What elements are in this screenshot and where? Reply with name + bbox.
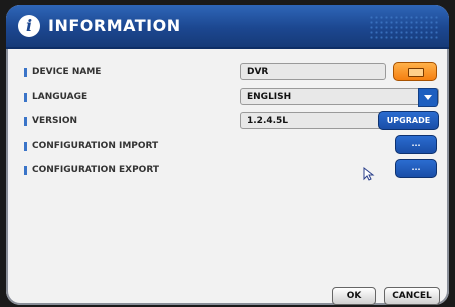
configuration-import-button[interactable]: ... — [395, 135, 437, 154]
ok-button[interactable]: OK — [332, 287, 376, 305]
title-bar-pattern — [369, 15, 439, 39]
configuration-import-label: CONFIGURATION IMPORT — [23, 141, 159, 151]
version-field: 1.2.4.5L — [240, 112, 386, 129]
information-dialog: i INFORMATION DEVICE NAME DVR LANGUAGE E… — [6, 5, 449, 305]
configuration-export-label: CONFIGURATION EXPORT — [24, 165, 159, 175]
title-bar: i INFORMATION — [6, 5, 449, 49]
keyboard-icon — [408, 68, 424, 77]
language-label: LANGUAGE — [23, 92, 88, 102]
device-name-label: DEVICE NAME — [23, 67, 102, 77]
language-dropdown[interactable]: ENGLISH — [240, 88, 439, 107]
configuration-export-button[interactable]: ... — [395, 159, 437, 178]
info-icon: i — [18, 15, 40, 37]
version-label: VERSION — [23, 116, 78, 126]
mouse-cursor-icon — [363, 167, 375, 181]
dialog-title: INFORMATION — [48, 16, 181, 35]
language-value: ENGLISH — [247, 92, 292, 102]
device-name-field[interactable]: DVR — [240, 63, 386, 80]
cancel-button[interactable]: CANCEL — [384, 287, 440, 305]
chevron-down-icon[interactable] — [418, 88, 438, 107]
upgrade-button[interactable]: UPGRADE — [378, 111, 439, 130]
virtual-keyboard-button[interactable] — [393, 62, 437, 81]
